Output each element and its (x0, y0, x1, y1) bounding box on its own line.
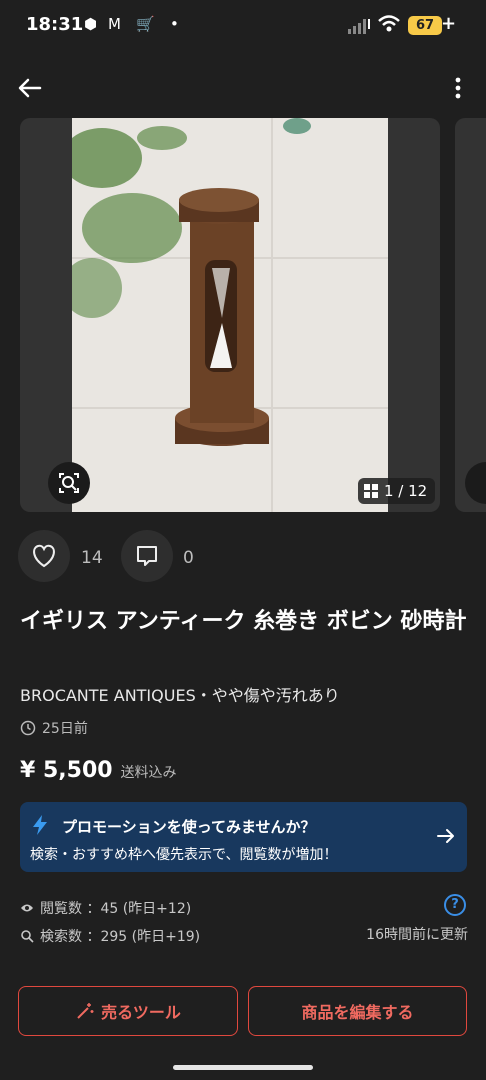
product-photo-card[interactable]: 1 / 12 (20, 118, 440, 512)
photo-gallery[interactable]: 1 / 12 (0, 118, 486, 512)
cart-icon: 🛒 (136, 15, 155, 33)
magic-wand-icon (77, 1003, 94, 1019)
signal-icon (348, 19, 370, 34)
heart-icon (33, 544, 55, 568)
back-arrow-icon[interactable] (16, 76, 44, 100)
status-bar: 18:31 ⬢ M 🛒 • 67 + (0, 0, 486, 52)
grid-icon (364, 484, 378, 498)
promotion-title: プロモーションを使ってみませんか？ (62, 818, 316, 836)
item-subtitle: BROCANTE ANTIQUES・やや傷や汚れあり (20, 686, 340, 705)
like-count: 14 (81, 548, 103, 568)
updated-time: 16時間前に更新 (366, 927, 468, 943)
sell-tools-label: 売るツール (101, 1003, 181, 1022)
product-photo (62, 118, 388, 512)
like-button[interactable] (18, 530, 70, 582)
posted-time-text: 25日前 (42, 721, 88, 737)
image-search-button[interactable] (48, 462, 90, 504)
eye-icon (21, 904, 33, 912)
arrow-right-icon (437, 829, 454, 843)
more-options-icon[interactable] (448, 76, 468, 100)
edit-item-button[interactable]: 商品を編集する (248, 986, 467, 1036)
comment-icon (137, 546, 157, 566)
home-indicator (173, 1065, 313, 1070)
wifi-icon (378, 15, 400, 32)
photo-counter: 1 / 12 (358, 478, 436, 504)
charging-icon: + (441, 13, 457, 34)
help-icon[interactable]: ? (444, 894, 466, 916)
photo-counter-text: 1 / 12 (384, 482, 428, 500)
mail-icon: M (108, 15, 121, 33)
item-stats: 閲覧数 ：45 (昨日+12) 検索数 ：295 (昨日+19) ? 16時間前… (20, 894, 468, 950)
promotion-body: 検索・おすすめ枠へ優先表示で、閲覧数が増加！ (30, 847, 338, 863)
views-count: 閲覧数 ：45 (昨日+12) (40, 901, 192, 917)
app-notification-icon: ⬢ (84, 15, 98, 33)
dot-icon: • (170, 15, 179, 33)
promotion-banner[interactable]: プロモーションを使ってみませんか？ 検索・おすすめ枠へ優先表示で、閲覧数が増加！ (20, 802, 467, 872)
edit-item-label: 商品を編集する (301, 1003, 414, 1022)
image-search-icon (59, 473, 79, 493)
posted-time: 25日前 (20, 718, 88, 738)
next-photo-card[interactable] (455, 118, 486, 512)
item-title: イギリス アンティーク 糸巻き ボビン 砂時計 (20, 609, 467, 634)
price-block: ¥ 5,500 送料込み (20, 758, 177, 783)
search-count: 検索数 ：295 (昨日+19) (40, 929, 201, 945)
clock-icon (20, 720, 36, 736)
battery-indicator: 67 (408, 16, 442, 35)
status-time: 18:31 (26, 14, 84, 35)
comment-count: 0 (183, 548, 194, 568)
sell-tools-button[interactable]: 売るツール (18, 986, 238, 1036)
shipping-label: 送料込み (120, 765, 177, 781)
views-row: 閲覧数 ：45 (昨日+12) (20, 894, 468, 922)
top-bar (0, 60, 486, 116)
comment-button[interactable] (121, 530, 173, 582)
item-price: ¥ 5,500 (20, 758, 113, 783)
lightning-icon (33, 815, 47, 835)
search-icon (21, 930, 34, 943)
